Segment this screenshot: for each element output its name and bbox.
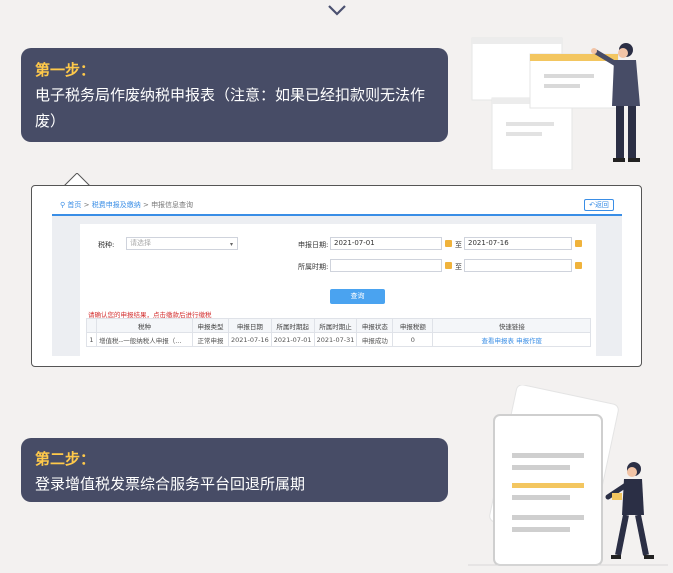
query-button[interactable]: 查询 — [330, 289, 385, 304]
declare-date-label: 申报日期: — [298, 241, 329, 249]
declare-date-to[interactable]: 2021-07-16 — [464, 237, 572, 250]
portal-header-bar: ⚲ 首页 > 税费申报及缴纳 > 申报信息查询 ↶返回 — [52, 196, 622, 216]
step-two-title: 第二步： — [35, 450, 96, 468]
breadcrumb-current: 申报信息查询 — [151, 201, 194, 209]
portal-screenshot-frame: ⚲ 首页 > 税费申报及缴纳 > 申报信息查询 ↶返回 税种: 请选择 ▾ 申报… — [31, 185, 642, 367]
period-from-input[interactable] — [330, 259, 442, 272]
calendar-icon[interactable] — [445, 262, 452, 269]
step-two-card: 第二步： 登录增值税发票综合服务平台回退所属期 — [21, 438, 448, 502]
chevron-down-icon: ▾ — [229, 241, 233, 248]
view-declaration-link[interactable]: 查看申报表 — [482, 337, 515, 345]
period-to-input[interactable] — [464, 259, 572, 272]
declare-date-from[interactable]: 2021-07-01 — [330, 237, 442, 250]
step-two-description: 登录增值税发票综合服务平台回退所属期 — [35, 475, 306, 493]
table-row: 1 增值税--一般纳税人申报（... 正常申报 2021-07-16 2021-… — [86, 332, 592, 347]
tax-portal-page: ⚲ 首页 > 税费申报及缴纳 > 申报信息查询 ↶返回 税种: 请选择 ▾ 申报… — [52, 196, 622, 356]
breadcrumb: ⚲ 首页 > 税费申报及缴纳 > 申报信息查询 — [60, 201, 194, 209]
document-illustration — [468, 385, 668, 566]
period-label: 所属时期: — [298, 263, 329, 271]
quick-links-cell: 查看申报表 申报作废 — [432, 332, 592, 347]
step-one-title: 第一步： — [35, 61, 96, 79]
table-header-row: 税种 申报类型 申报日期 所属时期起 所属时期止 申报状态 申报税额 快速链接 — [86, 318, 592, 333]
chevron-down-icon — [328, 5, 346, 16]
breadcrumb-home[interactable]: 首页 — [67, 201, 81, 209]
calendar-icon[interactable] — [445, 240, 452, 247]
void-declaration-link[interactable]: 申报作废 — [516, 337, 542, 345]
query-panel: 税种: 请选择 ▾ 申报日期: 2021-07-01 至 2021-07-16 … — [80, 224, 596, 356]
tax-type-select[interactable]: 请选择 ▾ — [126, 237, 238, 250]
step-one-description: 电子税务局作废纳税申报表（注意：如果已经扣款则无法作废） — [35, 86, 426, 130]
tax-type-label: 税种: — [98, 241, 115, 249]
declaration-table: 税种 申报类型 申报日期 所属时期起 所属时期止 申报状态 申报税额 快速链接 … — [86, 318, 592, 347]
calendar-icon[interactable] — [575, 240, 582, 247]
location-pin-icon: ⚲ — [60, 201, 66, 209]
presenter-illustration — [471, 37, 640, 170]
step-one-card: 第一步： 电子税务局作废纳税申报表（注意：如果已经扣款则无法作废） — [21, 48, 448, 142]
back-button[interactable]: ↶返回 — [584, 199, 614, 211]
calendar-icon[interactable] — [575, 262, 582, 269]
breadcrumb-section[interactable]: 税费申报及缴纳 — [92, 201, 141, 209]
